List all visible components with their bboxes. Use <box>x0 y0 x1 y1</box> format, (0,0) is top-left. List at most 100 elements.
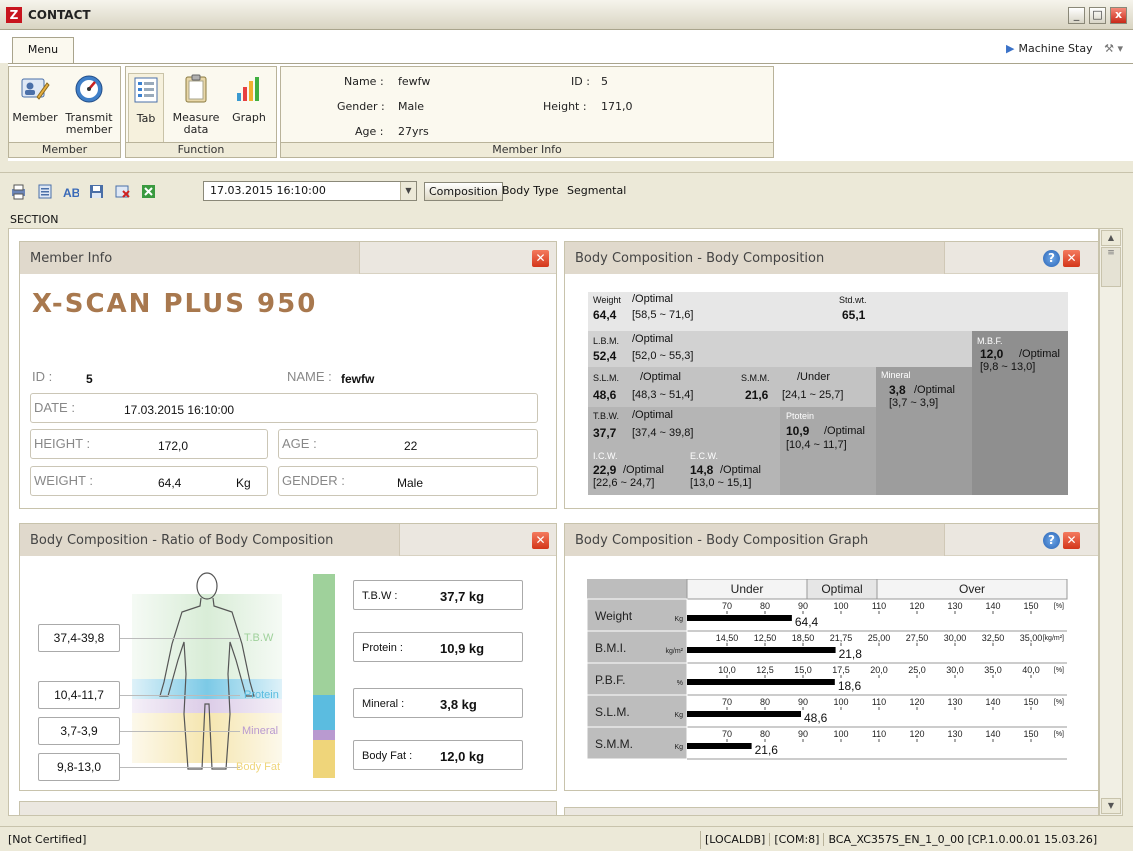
age-label: AGE : <box>282 436 317 451</box>
scroll-down-icon[interactable]: ▼ <box>1101 798 1121 814</box>
graph-header-over: Over <box>959 582 985 596</box>
member-icon <box>21 78 50 100</box>
graph-tick-label: 25,00 <box>868 633 891 643</box>
weight-value: 64,4 <box>158 476 182 490</box>
measurement-date-select[interactable]: 17.03.2015 16:10:00 ▼ <box>203 181 417 201</box>
maximize-button[interactable]: □ <box>1089 7 1106 24</box>
export-list-icon[interactable] <box>36 183 53 200</box>
member-info-panel-header: Member Info ✕ <box>20 242 556 274</box>
next-panel-left <box>19 801 557 815</box>
weight-status: /Optimal <box>632 293 673 305</box>
minimize-button[interactable]: _ <box>1068 7 1085 24</box>
save-icon[interactable] <box>88 183 105 200</box>
transmit-member-button[interactable]: Transmit member <box>61 73 117 136</box>
graph-tick-label: 35,0 <box>984 665 1002 675</box>
name-value: fewfw <box>341 372 375 386</box>
scroll-thumb[interactable]: ≡ <box>1101 247 1121 287</box>
tbw-range-box: 37,4-39,8 <box>38 624 120 652</box>
tab-menu[interactable]: Menu <box>12 37 74 63</box>
close-panel-button[interactable]: ✕ <box>1063 250 1080 267</box>
date-label: DATE : <box>34 400 75 415</box>
section-label: SECTION <box>10 213 59 226</box>
mbf-value: 12,0 <box>980 347 1004 361</box>
measure-data-button[interactable]: Measure data <box>170 73 222 136</box>
machine-stay-button[interactable]: ▶ Machine Stay ⚒ ▾ <box>1006 42 1123 55</box>
print-icon[interactable] <box>10 183 27 200</box>
member-info-group: Name : fewfw Gender : Male Age : 27yrs I… <box>280 66 774 158</box>
graph-tick-label: 80 <box>760 601 770 611</box>
ecw-status: /Optimal <box>720 464 761 476</box>
vertical-scrollbar[interactable]: ▲ ≡ ▼ <box>1099 228 1123 816</box>
graph-tick-label: 70 <box>722 729 732 739</box>
tab-segmental[interactable]: Segmental <box>563 182 630 201</box>
graph-row-unit: kg/m² <box>666 648 684 655</box>
graph-tick-label: 120 <box>909 601 924 611</box>
ribbon-id-label: ID : <box>571 75 590 88</box>
graph-row-suffix: [kg/m²] <box>1043 635 1064 642</box>
help-icon[interactable]: ? <box>1043 532 1060 549</box>
ribbon: Member Transmit member Member Tab Measur… <box>8 63 1133 161</box>
mineral-value: 3,8 kg <box>440 697 477 712</box>
smm-label: S.M.M. <box>741 373 770 383</box>
graph-row-suffix: [%] <box>1054 699 1064 706</box>
excel-icon[interactable] <box>140 183 157 200</box>
tab-button[interactable]: Tab <box>128 73 164 145</box>
mineral-leader-line <box>120 731 240 732</box>
mineral-value-label: Mineral : <box>362 698 405 710</box>
delete-icon[interactable] <box>114 183 131 200</box>
play-icon: ▶ <box>1006 42 1015 55</box>
graph-tick-label: 32,50 <box>982 633 1005 643</box>
tab-body-type[interactable]: Body Type <box>498 182 563 201</box>
close-panel-button[interactable]: ✕ <box>1063 532 1080 549</box>
font-icon[interactable]: AB <box>62 183 79 200</box>
close-window-button[interactable]: x <box>1110 7 1127 24</box>
lbm-status: /Optimal <box>632 333 673 345</box>
mineral-segment <box>313 730 335 740</box>
protein-status: /Optimal <box>824 425 865 437</box>
scroll-up-icon[interactable]: ▲ <box>1101 230 1121 246</box>
member-button-label: Member <box>12 111 58 124</box>
toolbar: AB 17.03.2015 16:10:00 ▼ Composition Bod… <box>0 172 1133 212</box>
tab-composition[interactable]: Composition <box>424 182 503 201</box>
close-panel-button[interactable]: ✕ <box>532 250 549 267</box>
composition-graph: Under Optimal Over Weight Kg 70 80 90 100 110 120 1… <box>587 579 1068 760</box>
member-button[interactable]: Member <box>11 73 59 124</box>
tools-icon[interactable]: ⚒ ▾ <box>1104 42 1123 55</box>
gauge-icon <box>75 75 103 103</box>
status-certification: [Not Certified] <box>8 833 87 846</box>
body-composition-panel: Body Composition - Body Composition ? ✕ … <box>564 241 1098 509</box>
graph-panel-header: Body Composition - Body Composition Grap… <box>565 524 1098 556</box>
graph-bar-value: 21,6 <box>755 743 779 757</box>
stdwt-value: 65,1 <box>842 308 866 322</box>
body-composition-panel-header: Body Composition - Body Composition ? ✕ <box>565 242 1098 274</box>
graph-header-optimal: Optimal <box>821 582 862 596</box>
help-icon[interactable]: ? <box>1043 250 1060 267</box>
status-com: [COM:8] <box>770 833 825 846</box>
graph-tick-label: 100 <box>833 601 848 611</box>
protein-value: 10,9 kg <box>440 641 485 656</box>
ribbon-name-value: fewfw <box>398 75 431 88</box>
ribbon-name-label: Name : <box>344 75 384 88</box>
graph-bar-value: 21,8 <box>839 647 863 661</box>
weight-range: [58,5 ~ 71,6] <box>632 309 694 321</box>
smm-range: [24,1 ~ 25,7] <box>782 389 844 401</box>
fat-range-box: 9,8-13,0 <box>38 753 120 781</box>
graph-row-name: S.M.M. <box>595 737 633 751</box>
slm-block <box>588 367 876 407</box>
icw-label: I.C.W. <box>593 451 618 461</box>
graph-row-unit: Kg <box>674 744 683 751</box>
graph-header-under: Under <box>731 582 764 596</box>
tbw-ratio-label: T.B.W <box>244 632 274 644</box>
protein-value: 10,9 <box>786 424 810 438</box>
ratio-panel: Body Composition - Ratio of Body Composi… <box>19 523 557 791</box>
age-field: AGE : 22 <box>278 429 538 459</box>
clipboard-icon <box>185 74 207 103</box>
status-right: [LOCALDB] [COM:8] BCA_XC357S_EN_1_0_00 [CP… <box>700 831 1101 849</box>
stdwt-label: Std.wt. <box>839 295 867 305</box>
graph-tick-label: 25,0 <box>908 665 926 675</box>
graph-button[interactable]: Graph <box>226 73 272 124</box>
chevron-down-icon[interactable]: ▼ <box>400 182 416 200</box>
close-panel-button[interactable]: ✕ <box>532 532 549 549</box>
graph-panel-title: Body Composition - Body Composition Grap… <box>575 533 869 548</box>
graph-row-unit: Kg <box>674 712 683 719</box>
